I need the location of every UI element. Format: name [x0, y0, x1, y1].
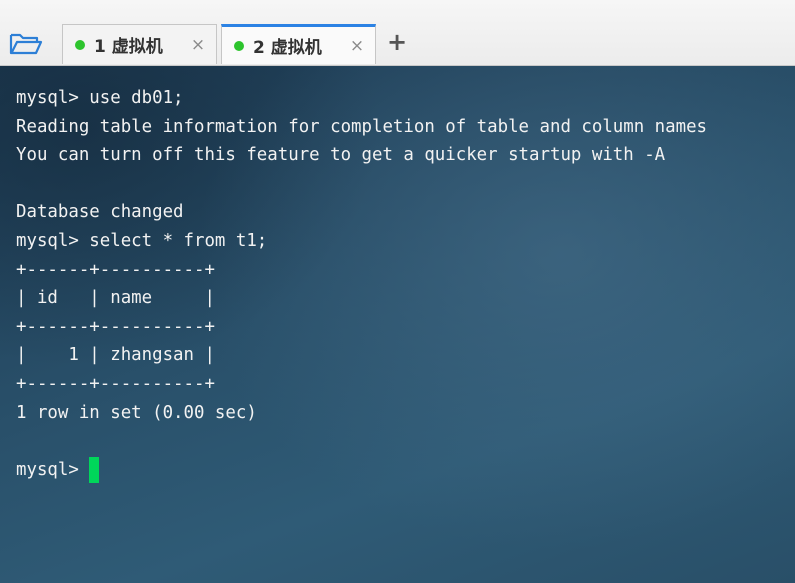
add-tab-icon[interactable]: +	[386, 30, 408, 54]
terminal-output[interactable]: mysql> use db01; Reading table informati…	[0, 66, 795, 583]
text-cursor	[88, 457, 99, 484]
tab-vm-2[interactable]: 2 虚拟机 ×	[221, 24, 376, 64]
terminal-line: mysql> use db01;	[16, 88, 184, 108]
tab-label: 2 虚拟机	[253, 38, 322, 58]
close-tab-icon[interactable]: ×	[190, 35, 206, 55]
folder-open-icon	[9, 33, 43, 55]
terminal-line: You can turn off this feature to get a q…	[16, 145, 666, 166]
terminal-line: mysql> select * from t1;	[16, 230, 268, 251]
prompt-text: mysql>	[16, 459, 79, 480]
terminal-line: | id | name |	[16, 288, 215, 309]
open-session-button[interactable]	[8, 30, 44, 58]
terminal-line: +------+----------+	[16, 373, 215, 394]
connected-status-dot	[234, 40, 244, 51]
terminal-line: | 1 | zhangsan |	[16, 345, 215, 366]
terminal-lines: mysql> use db01; Reading table informati…	[16, 84, 707, 484]
terminal-line: +------+----------+	[16, 316, 215, 337]
connected-status-dot	[75, 39, 85, 50]
tab-bar: 1 虚拟机 × 2 虚拟机 × +	[0, 0, 795, 66]
tab-vm-1[interactable]: 1 虚拟机 ×	[62, 24, 217, 64]
terminal-line: +------+----------+	[16, 259, 215, 280]
tab-label: 1 虚拟机	[94, 37, 163, 57]
terminal-line: 1 row in set (0.00 sec)	[16, 402, 257, 423]
active-prompt-line[interactable]: mysql>	[16, 456, 707, 485]
terminal-app-window: 1 虚拟机 × 2 虚拟机 × + mysql> use db01; Readi…	[0, 0, 795, 583]
terminal-line: Reading table information for completion…	[16, 116, 708, 137]
close-tab-icon[interactable]: ×	[349, 36, 365, 56]
terminal-line: Database changed	[16, 202, 184, 223]
